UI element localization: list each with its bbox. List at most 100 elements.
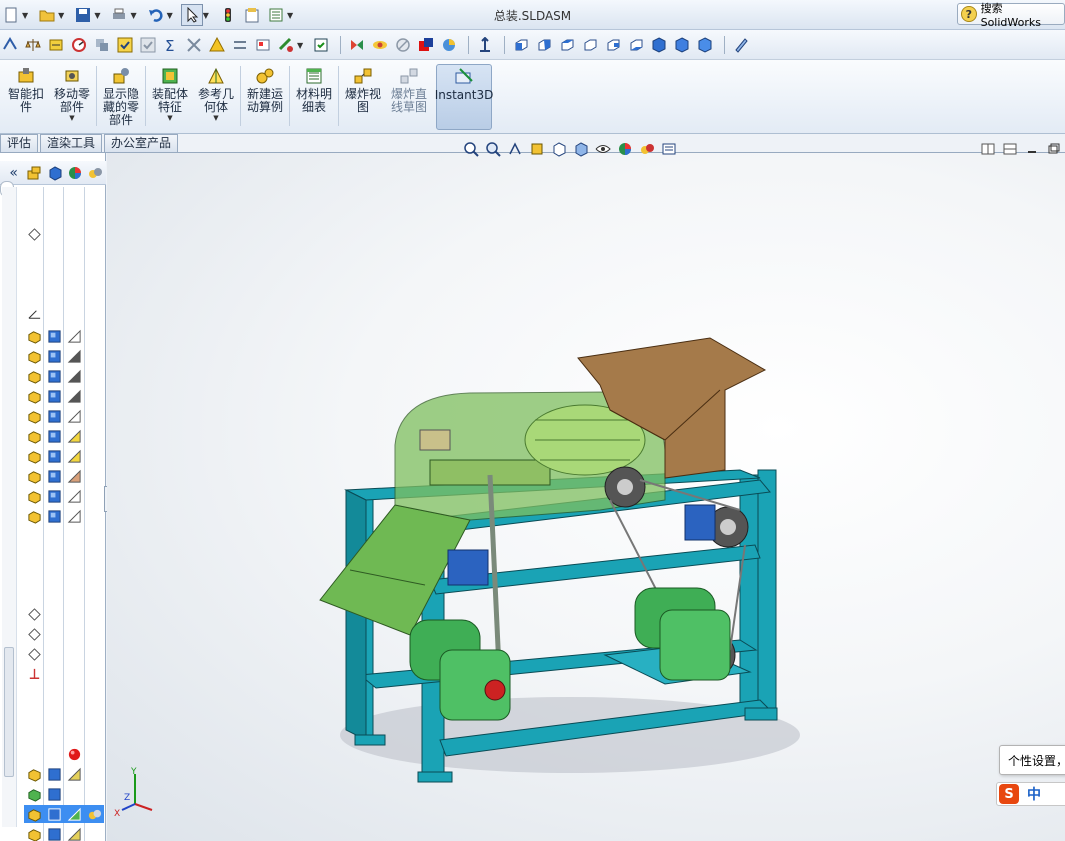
zoom-to-fit-icon[interactable] — [460, 139, 482, 159]
edit-appearance-icon[interactable] — [614, 139, 636, 159]
tile-horizontal-icon[interactable] — [977, 140, 999, 158]
explode-line-sketch-button[interactable]: 爆炸直 线草图 — [387, 64, 431, 130]
assembly-features-button[interactable]: 装配体 特征 ▼ — [148, 64, 192, 130]
view-isometric-icon[interactable] — [649, 35, 669, 55]
save-icon[interactable] — [72, 4, 94, 26]
tree-item-part[interactable] — [24, 387, 84, 405]
tab-evaluate[interactable]: 评估 — [0, 134, 39, 153]
sigma-icon[interactable]: Σ — [161, 35, 181, 55]
rebuild-icon[interactable] — [217, 4, 239, 26]
hide-show-items-icon[interactable] — [592, 139, 614, 159]
chevron-down-icon[interactable]: ▼ — [69, 114, 74, 122]
tree-item-sketch[interactable] — [24, 305, 44, 323]
mass-properties-icon[interactable] — [23, 35, 43, 55]
chevron-down-icon[interactable]: ▼ — [58, 11, 64, 20]
options-icon[interactable] — [265, 4, 287, 26]
interference-icon[interactable] — [92, 35, 112, 55]
tree-item-part[interactable] — [24, 407, 84, 425]
sensor-icon[interactable] — [69, 35, 89, 55]
assembly-model[interactable] — [107, 153, 1065, 841]
view-trimetric-icon[interactable] — [672, 35, 692, 55]
apply-scene-icon[interactable] — [636, 139, 658, 159]
chevron-down-icon[interactable]: ▼ — [287, 11, 293, 20]
align-icon[interactable] — [253, 35, 273, 55]
tree-scrollbar[interactable] — [2, 187, 17, 827]
appearance-icon[interactable] — [370, 35, 390, 55]
check-icon[interactable] — [115, 35, 135, 55]
move-component-button[interactable]: 移动零 部件 ▼ — [50, 64, 94, 130]
zoom-area-icon[interactable] — [482, 139, 504, 159]
render-icon[interactable] — [439, 35, 459, 55]
tree-item-mate[interactable] — [24, 625, 44, 643]
view-top-icon[interactable] — [603, 35, 623, 55]
chevron-down-icon[interactable]: ▼ — [297, 41, 303, 50]
no-icon[interactable] — [393, 35, 413, 55]
chevron-down-icon[interactable]: ▼ — [94, 11, 100, 20]
tree-item-part[interactable] — [24, 487, 84, 505]
warning-icon[interactable] — [207, 35, 227, 55]
tree-item-plane[interactable] — [24, 225, 44, 243]
select-pointer-icon[interactable] — [180, 4, 203, 26]
scrollbar-thumb[interactable] — [4, 647, 14, 777]
tree-item-appearance[interactable] — [64, 745, 84, 763]
compare-icon[interactable] — [230, 35, 250, 55]
print-icon[interactable] — [108, 4, 130, 26]
view-right-icon[interactable] — [580, 35, 600, 55]
tab-office-products[interactable]: 办公室产品 — [104, 134, 179, 153]
normal-to-icon[interactable] — [475, 35, 495, 55]
undo-icon[interactable] — [145, 4, 167, 26]
ime-toolbar[interactable]: S 中 — [996, 782, 1065, 806]
reference-geometry-button[interactable]: 参考几 何体 ▼ — [194, 64, 238, 130]
large-assembly-icon[interactable] — [311, 35, 331, 55]
display-style-icon[interactable] — [347, 35, 367, 55]
tab-render-tools[interactable]: 渲染工具 — [40, 134, 103, 153]
tree-item-part[interactable] — [24, 765, 84, 783]
view-front-icon[interactable] — [511, 35, 531, 55]
show-hidden-components-button[interactable]: 显示隐 藏的零 部件 — [99, 64, 143, 130]
measure-icon[interactable] — [0, 35, 20, 55]
sketch-pencil-icon[interactable] — [731, 35, 751, 55]
new-motion-study-button[interactable]: 新建运 动算例 — [243, 64, 287, 130]
display-style-icon[interactable] — [570, 139, 592, 159]
tree-item-part[interactable] — [24, 507, 84, 525]
tree-item-part[interactable] — [24, 785, 64, 803]
view-orientation-icon[interactable] — [548, 139, 570, 159]
check-grey-icon[interactable] — [138, 35, 158, 55]
previous-view-icon[interactable] — [504, 139, 526, 159]
exploded-view-button[interactable]: 爆炸视 图 — [341, 64, 385, 130]
tree-item-part[interactable] — [24, 467, 84, 485]
tree-item-mate[interactable] — [24, 645, 44, 663]
property-manager-tab-icon[interactable] — [45, 163, 64, 183]
tree-item-origin[interactable] — [24, 665, 44, 683]
chevron-down-icon[interactable]: ▼ — [213, 114, 218, 122]
chevron-down-icon[interactable]: ▼ — [22, 11, 28, 20]
smart-fasteners-button[interactable]: 智能扣 件 — [6, 64, 46, 130]
view-bottom-icon[interactable] — [626, 35, 646, 55]
graphics-area[interactable]: Y X Z — [107, 153, 1065, 841]
tree-item-part[interactable] — [24, 327, 84, 345]
tree-item-part[interactable] — [24, 447, 84, 465]
view-left-icon[interactable] — [557, 35, 577, 55]
clearance-icon[interactable] — [276, 35, 296, 55]
open-folder-icon[interactable] — [36, 4, 58, 26]
section-view-icon[interactable] — [526, 139, 548, 159]
tree-item-part[interactable] — [24, 367, 84, 385]
minimize-icon[interactable] — [1021, 140, 1043, 158]
chevron-down-icon[interactable]: ▼ — [167, 11, 173, 20]
chevron-down-icon[interactable]: ▼ — [130, 11, 136, 20]
tree-item-part-selected[interactable] — [24, 805, 104, 823]
bill-of-materials-button[interactable]: 材料明 细表 — [292, 64, 336, 130]
search-solidworks-button[interactable]: ? 搜索 SolidWorks — [957, 2, 1065, 29]
new-document-icon[interactable] — [0, 4, 22, 26]
display-manager-tab-icon[interactable] — [86, 163, 105, 183]
tile-vertical-icon[interactable] — [999, 140, 1021, 158]
chevron-down-icon[interactable]: ▼ — [167, 114, 172, 122]
tree-item-part[interactable] — [24, 347, 84, 365]
collapse-arrow-icon[interactable]: « — [4, 163, 23, 183]
feature-manager-tab-icon[interactable] — [24, 163, 43, 183]
tree-item-part[interactable] — [24, 427, 84, 445]
tree-item-part[interactable] — [24, 825, 84, 841]
restore-icon[interactable] — [1043, 140, 1065, 158]
section-properties-icon[interactable] — [46, 35, 66, 55]
tree-item-mate[interactable] — [24, 605, 44, 623]
